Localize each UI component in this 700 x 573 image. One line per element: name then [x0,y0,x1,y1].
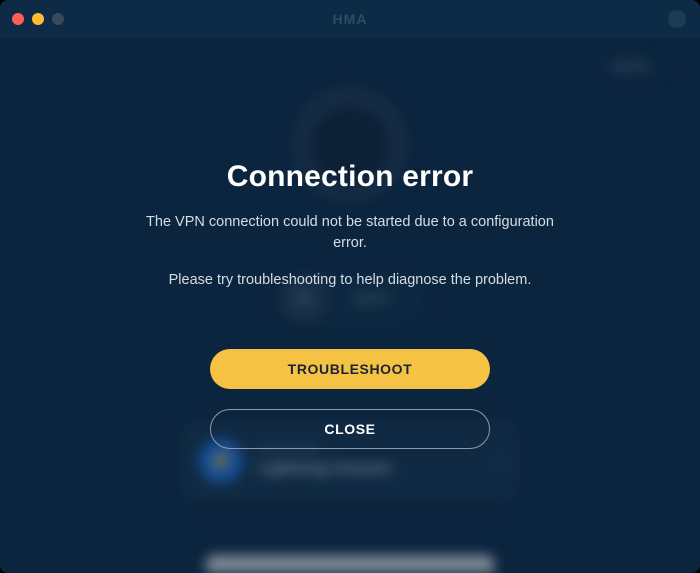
close-button[interactable]: Close [210,409,490,449]
window-minimize-button[interactable] [32,13,44,25]
titlebar-menu-button[interactable] [668,10,686,28]
app-title: HMA [333,11,368,27]
app-window: HMA Update ✕ OFF Original IP ▬ 104.176.4… [0,0,700,573]
troubleshoot-button[interactable]: Troubleshoot [210,349,490,389]
modal-message-1: The VPN connection could not be started … [140,212,560,254]
modal-message-2: Please try troubleshooting to help diagn… [169,270,532,291]
error-modal-overlay: Connection error The VPN connection coul… [0,38,700,573]
traffic-lights [12,13,64,25]
titlebar: HMA [0,0,700,38]
modal-title: Connection error [227,160,474,194]
window-close-button[interactable] [12,13,24,25]
window-zoom-button[interactable] [52,13,64,25]
